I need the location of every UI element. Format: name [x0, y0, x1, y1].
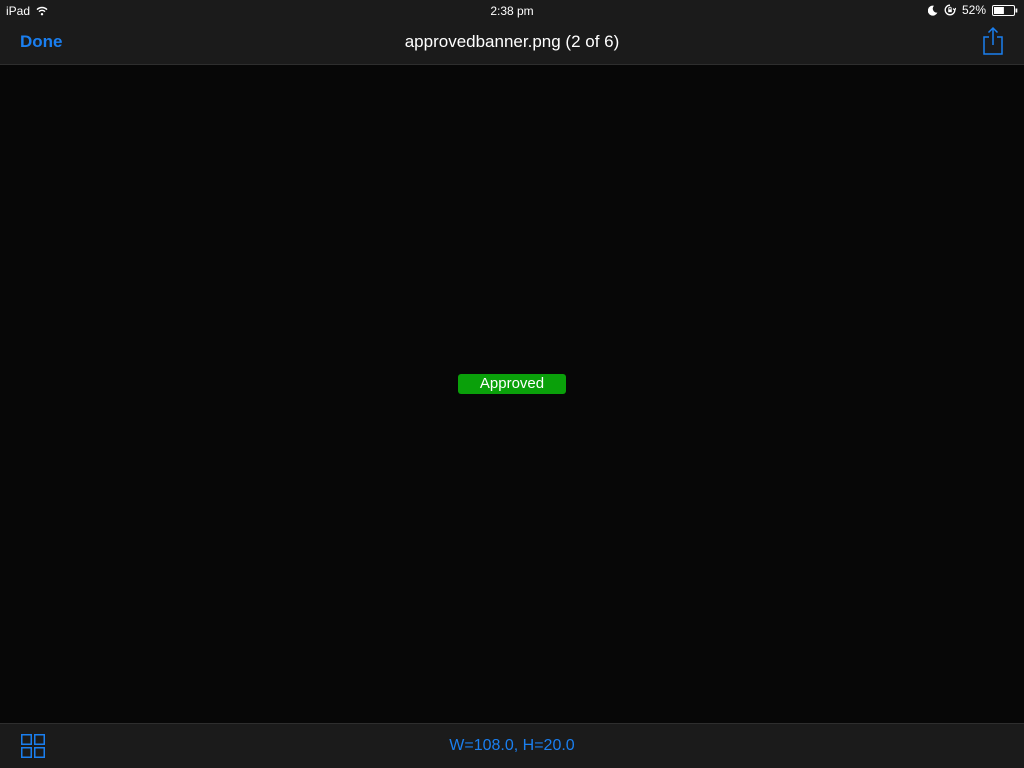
share-icon: [982, 26, 1004, 56]
page-title: approvedbanner.png (2 of 6): [404, 32, 620, 51]
status-right: 52%: [927, 3, 1018, 17]
share-button[interactable]: [982, 26, 1004, 56]
battery-icon: [992, 4, 1018, 16]
image-dimensions: W=108.0, H=20.0: [449, 737, 575, 754]
approved-banner-image: Approved: [458, 374, 566, 394]
moon-icon: [927, 5, 938, 16]
screen: iPad 2:38 pm 52% Done approvedbanner.png…: [0, 0, 1024, 768]
nav-bar: Done approvedbanner.png (2 of 6): [0, 20, 1024, 65]
image-preview-area: Approved: [0, 65, 1024, 723]
status-bar: iPad 2:38 pm 52%: [0, 0, 1024, 20]
rotation-lock-icon: [944, 4, 956, 16]
bottom-toolbar: W=108.0, H=20.0: [0, 723, 1024, 768]
status-time: 2:38 pm: [490, 4, 534, 18]
battery-percent: 52%: [961, 3, 986, 17]
